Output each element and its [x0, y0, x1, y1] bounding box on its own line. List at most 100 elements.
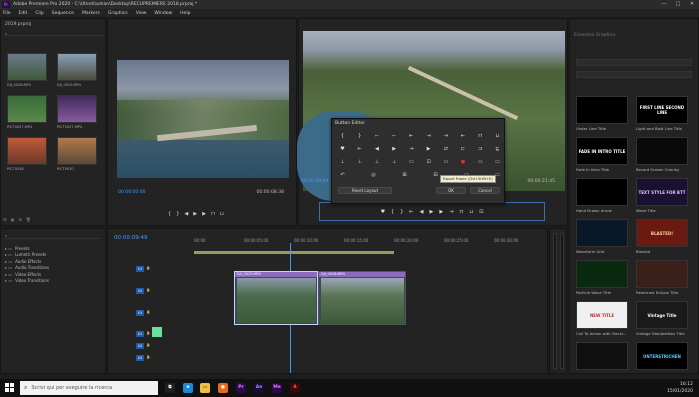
- transport-button-icon[interactable]: ⇤: [407, 131, 416, 140]
- transport-button-icon[interactable]: ▶: [390, 144, 399, 153]
- extract-icon[interactable]: ⊔: [469, 209, 473, 215]
- clip-thumbnail[interactable]: [7, 95, 47, 123]
- timeline-ruler[interactable]: 00:00 00:00:05:00 00:00:10:00 00:00:15:00 00…: [194, 238, 544, 246]
- menu-window[interactable]: Window: [154, 11, 172, 16]
- acrobat-icon[interactable]: A: [290, 383, 300, 393]
- marker-icon[interactable]: ♥: [381, 209, 385, 215]
- icon-view-icon[interactable]: ▦: [11, 217, 15, 223]
- after-effects-icon[interactable]: Ae: [254, 383, 264, 393]
- template-thumbnail[interactable]: Vintage Title: [636, 301, 688, 329]
- timeline-timecode[interactable]: 00:00:09:49: [114, 235, 148, 241]
- lock-icon[interactable]: 🔒: [146, 355, 150, 359]
- transport-button-icon[interactable]: ⊥: [355, 157, 364, 166]
- maximize-button[interactable]: □: [671, 0, 685, 9]
- menu-clip[interactable]: Clip: [35, 11, 44, 16]
- transport-button-icon[interactable]: ⊥: [390, 157, 399, 166]
- lock-icon[interactable]: 🔒: [146, 343, 150, 347]
- transport-button-icon[interactable]: ◎: [369, 170, 378, 179]
- lock-icon[interactable]: 🔒: [146, 288, 150, 292]
- list-view-icon[interactable]: ☰: [3, 217, 7, 223]
- work-area-bar[interactable]: [194, 251, 394, 254]
- clip-thumbnail[interactable]: [7, 53, 47, 81]
- template-search[interactable]: [576, 71, 692, 78]
- transport-button-icon[interactable]: ▭: [476, 157, 485, 166]
- mark-out-icon[interactable]: }: [176, 211, 179, 217]
- lock-icon[interactable]: 🔒: [146, 331, 150, 335]
- firefox-icon[interactable]: ●: [218, 383, 228, 393]
- transport-button-icon[interactable]: ⊞: [400, 170, 409, 179]
- transport-button-icon[interactable]: ▶: [424, 144, 433, 153]
- export-frame-icon[interactable]: ⊡: [479, 209, 483, 215]
- essential-graphics-tab[interactable]: Essential Graphics: [574, 33, 615, 38]
- transport-button-icon[interactable]: ⊥: [338, 157, 347, 166]
- transport-button-icon[interactable]: ▭: [407, 157, 416, 166]
- transport-button-icon[interactable]: ⌐: [372, 131, 381, 140]
- media-encoder-icon[interactable]: Me: [272, 383, 282, 393]
- file-explorer-icon[interactable]: ▭: [200, 383, 210, 393]
- video-clip[interactable]: DJI_0029.MP4: [234, 271, 318, 325]
- menu-file[interactable]: File: [3, 11, 11, 16]
- transport-button-icon[interactable]: ⇥: [407, 144, 416, 153]
- template-thumbnail[interactable]: [636, 137, 688, 165]
- search-icon[interactable]: ⌕: [5, 233, 7, 238]
- source-timecode-current[interactable]: 00:00:00:00: [118, 190, 145, 195]
- clip-thumbnail[interactable]: [57, 137, 97, 165]
- effects-folder[interactable]: ▸ ▭ Video Transitions: [5, 278, 49, 285]
- template-thumbnail[interactable]: [576, 96, 628, 124]
- transport-button-icon[interactable]: ▭: [441, 157, 450, 166]
- transport-button-icon[interactable]: ⊓: [476, 131, 485, 140]
- windows-start-icon[interactable]: [5, 383, 15, 393]
- cancel-button[interactable]: Cancel: [470, 187, 500, 194]
- transport-button-icon[interactable]: ⊟: [431, 170, 440, 179]
- menu-help[interactable]: Help: [180, 11, 190, 16]
- clip-thumbnail[interactable]: [57, 95, 97, 123]
- transport-button-icon[interactable]: {: [338, 131, 347, 140]
- play-icon[interactable]: ▶: [193, 211, 197, 217]
- menu-markers[interactable]: Markers: [82, 11, 100, 16]
- template-thumbnail[interactable]: UNTERSTRICHEN: [636, 342, 688, 370]
- template-thumbnail[interactable]: NEW TITLE: [576, 301, 628, 329]
- transport-button-icon[interactable]: ⇄: [441, 144, 450, 153]
- task-view-icon[interactable]: ⧉: [165, 383, 175, 393]
- menu-view[interactable]: View: [136, 11, 147, 16]
- minimize-button[interactable]: —: [657, 0, 671, 9]
- mark-in-icon[interactable]: {: [168, 211, 171, 217]
- lift-icon[interactable]: ⊓: [459, 209, 463, 215]
- track-target-toggle[interactable]: V1: [136, 266, 144, 272]
- step-forward-icon[interactable]: ▶: [439, 209, 443, 215]
- search-icon[interactable]: ⌕: [5, 31, 7, 36]
- template-thumbnail[interactable]: TEXT STYLE FOR BTT: [636, 178, 688, 206]
- clip-thumbnail[interactable]: [57, 53, 97, 81]
- transport-button-icon[interactable]: ⊑: [493, 144, 502, 153]
- transport-button-icon[interactable]: ⇤: [459, 131, 468, 140]
- program-timecode-current[interactable]: 00:00:09:49: [301, 179, 328, 184]
- track-header[interactable]: A3 🔒: [112, 353, 192, 363]
- template-thumbnail[interactable]: BLASTED!: [636, 219, 688, 247]
- go-to-in-icon[interactable]: ⇤: [409, 209, 413, 215]
- track-target-toggle[interactable]: A3: [136, 355, 144, 361]
- template-dropdown[interactable]: [576, 59, 692, 66]
- transport-button-icon[interactable]: ▭: [493, 157, 502, 166]
- template-thumbnail[interactable]: [636, 260, 688, 288]
- transport-button-icon[interactable]: ↶: [338, 170, 347, 179]
- transport-button-icon[interactable]: ⇥: [441, 131, 450, 140]
- track-target-toggle[interactable]: A1: [136, 331, 144, 337]
- transport-button-icon[interactable]: ⊔: [493, 131, 502, 140]
- new-item-icon[interactable]: ⊞: [18, 217, 21, 223]
- step-back-icon[interactable]: ◀: [420, 209, 424, 215]
- ok-button[interactable]: OK: [436, 187, 466, 194]
- transport-button-icon[interactable]: }: [355, 131, 364, 140]
- lock-icon[interactable]: 🔒: [146, 310, 150, 314]
- menu-edit[interactable]: Edit: [19, 11, 28, 16]
- edge-icon[interactable]: e: [183, 383, 193, 393]
- video-clip[interactable]: DJI_0028.MP4: [318, 271, 406, 325]
- menu-graphics[interactable]: Graphics: [108, 11, 128, 16]
- insert-icon[interactable]: ⊓: [211, 211, 215, 217]
- menu-sequence[interactable]: Sequence: [52, 11, 74, 16]
- effects-folder[interactable]: ▸ ▭ Lumetri Presets: [5, 252, 49, 259]
- track-header[interactable]: V2 🔒: [112, 281, 192, 301]
- close-button[interactable]: ✕: [685, 0, 699, 9]
- transport-button-icon[interactable]: ⊏: [459, 144, 468, 153]
- transport-button-icon[interactable]: ●: [459, 157, 468, 166]
- premiere-icon[interactable]: Pr: [236, 383, 246, 393]
